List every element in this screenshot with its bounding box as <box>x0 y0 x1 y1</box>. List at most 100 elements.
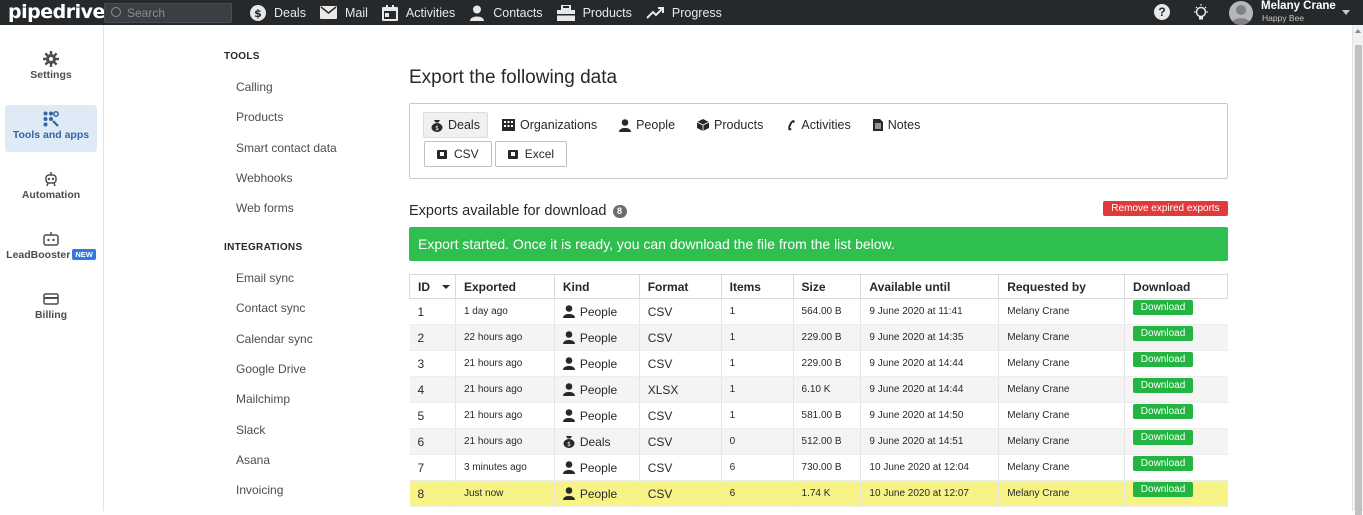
nav-activities[interactable]: Activities <box>380 0 467 25</box>
cell-available-until: 9 June 2020 at 14:44 <box>860 376 1000 403</box>
nav-deals[interactable]: $ Deals <box>248 0 318 25</box>
user-name[interactable]: Melany Crane <box>1261 0 1336 12</box>
nav-progress[interactable]: Progress <box>644 0 734 25</box>
column-header-requested-by[interactable]: Requested by <box>998 274 1126 299</box>
cell-format: CSV <box>639 298 722 325</box>
page-title: Export the following data <box>409 67 618 88</box>
nav-products-label: Products <box>582 5 632 20</box>
download-button[interactable]: Download <box>1133 404 1194 419</box>
chevron-down-icon[interactable] <box>1342 10 1350 15</box>
column-header-kind[interactable]: Kind <box>554 274 640 299</box>
subnav-google-drive[interactable]: Google Drive <box>236 362 306 376</box>
rail-item-leadbooster[interactable]: LeadBooster NEW <box>5 225 97 272</box>
cell-kind-label: People <box>579 382 618 397</box>
nav-activities-label: Activities <box>405 5 456 20</box>
cell-requested-by: Melany Crane <box>998 454 1126 481</box>
tab-organizations[interactable]: Organizations <box>494 112 605 138</box>
calendar-icon <box>381 4 398 21</box>
subnav-asana[interactable]: Asana <box>236 453 270 467</box>
cell-size: 512.00 B <box>793 428 862 455</box>
pipedrive-logo[interactable]: pipedrive <box>8 1 105 23</box>
subnav-mailchimp[interactable]: Mailchimp <box>236 392 290 406</box>
column-header-exported[interactable]: Exported <box>455 274 555 299</box>
download-button[interactable]: Download <box>1133 430 1194 445</box>
cell-kind: People <box>554 350 640 377</box>
cell-items: 1 <box>721 298 794 325</box>
cell-requested-by: Melany Crane <box>998 428 1126 455</box>
download-button[interactable]: Download <box>1133 456 1194 471</box>
download-button[interactable]: Download <box>1133 300 1194 315</box>
rail-item-tools-and-apps[interactable]: Tools and apps <box>5 105 97 152</box>
scrollbar-thumb[interactable] <box>1355 45 1362 515</box>
table-row: 5 21 hours ago People CSV 1 581.00 B9 June 20… <box>409 402 1228 429</box>
rail-item-settings[interactable]: Settings <box>5 45 97 92</box>
download-button[interactable]: Download <box>1133 352 1194 367</box>
table-row: 73 minutes ago People CSV 6 730.00 B 10 June … <box>409 454 1228 481</box>
user-company: Happy Bee <box>1262 13 1305 23</box>
cell-requested-by: Melany Crane <box>998 298 1126 325</box>
nav-contacts[interactable]: Contacts <box>467 0 554 25</box>
subnav-slack[interactable]: Slack <box>236 423 265 437</box>
csv-button[interactable]: CSV <box>424 141 492 167</box>
cell-available-until: 9 June 2020 at 14:50 <box>860 402 1000 429</box>
nav-products[interactable]: Products <box>555 0 644 25</box>
cell-exported: 21 hours ago <box>455 376 555 403</box>
subnav-calling[interactable]: Calling <box>236 80 273 94</box>
search-input[interactable] <box>127 6 227 20</box>
column-header-format[interactable]: Format <box>639 274 722 299</box>
subnav-webhooks[interactable]: Webhooks <box>236 171 292 185</box>
subnav-web-forms[interactable]: Web forms <box>236 201 294 215</box>
exports-table-body: 11 day ago People CSV 1 564.00 B9 June 2020 … <box>409 298 1228 507</box>
cell-kind: People <box>554 298 640 325</box>
column-header-items[interactable]: Items <box>721 274 794 299</box>
cell-download: Download <box>1124 402 1228 429</box>
chatbot-icon <box>43 232 59 246</box>
cell-exported: 1 day ago <box>455 298 555 325</box>
scrollbar[interactable] <box>1352 25 1363 515</box>
top-bar: pipedrive $ Deals Mail Activities Contac… <box>0 0 1363 25</box>
search-box[interactable] <box>104 3 232 23</box>
download-button[interactable]: Download <box>1133 482 1194 497</box>
rail-item-automation[interactable]: Automation <box>5 165 97 212</box>
subnav-contact-sync[interactable]: Contact sync <box>236 301 305 315</box>
cell-id: 2 <box>409 324 456 351</box>
scroll-up-icon[interactable] <box>1355 29 1361 33</box>
help-icon[interactable]: ? <box>1154 4 1170 20</box>
subnav-invoicing[interactable]: Invoicing <box>236 483 283 497</box>
excel-button-label: Excel <box>524 147 555 161</box>
nav-mail[interactable]: Mail <box>318 0 380 25</box>
cell-format: CSV <box>639 454 722 481</box>
tab-activities[interactable]: Activities <box>777 112 858 138</box>
subnav-products[interactable]: Products <box>236 110 283 124</box>
subnav-smart-contact-data[interactable]: Smart contact data <box>236 141 337 155</box>
tab-notes[interactable]: Notes <box>865 112 929 138</box>
subnav-calendar-sync[interactable]: Calendar sync <box>236 332 313 346</box>
download-button[interactable]: Download <box>1133 378 1194 393</box>
exports-count-badge: 8 <box>612 205 627 218</box>
lightbulb-icon[interactable] <box>1192 3 1210 22</box>
cell-kind: People <box>554 324 640 351</box>
column-header-download: Download <box>1124 274 1228 299</box>
avatar[interactable] <box>1229 1 1253 25</box>
cell-exported: 21 hours ago <box>455 350 555 377</box>
integrations-heading: INTEGRATIONS <box>224 242 303 253</box>
format-buttons: CSV Excel <box>424 141 570 167</box>
remove-expired-exports-button[interactable]: Remove expired exports <box>1103 201 1228 216</box>
note-icon <box>872 119 883 131</box>
tab-deals[interactable]: $ Deals <box>423 112 488 138</box>
nav-deals-label: Deals <box>274 5 306 20</box>
tab-products[interactable]: Products <box>689 112 771 138</box>
table-row: 2 22 hours ago People CSV 1 229.00 B9 June 20… <box>409 324 1228 351</box>
subnav-email-sync[interactable]: Email sync <box>236 271 294 285</box>
person-icon <box>562 486 575 500</box>
column-header-size[interactable]: Size <box>793 274 862 299</box>
cell-items: 6 <box>721 480 794 507</box>
rail-item-billing[interactable]: Billing <box>5 285 97 332</box>
column-header-available-until[interactable]: Available until <box>860 274 1000 299</box>
excel-button[interactable]: Excel <box>494 141 568 167</box>
tools-heading: TOOLS <box>224 51 260 62</box>
column-header-id[interactable]: ID <box>409 274 456 299</box>
cell-id: 4 <box>409 376 456 403</box>
download-button[interactable]: Download <box>1133 326 1194 341</box>
tab-people[interactable]: People <box>611 112 683 138</box>
